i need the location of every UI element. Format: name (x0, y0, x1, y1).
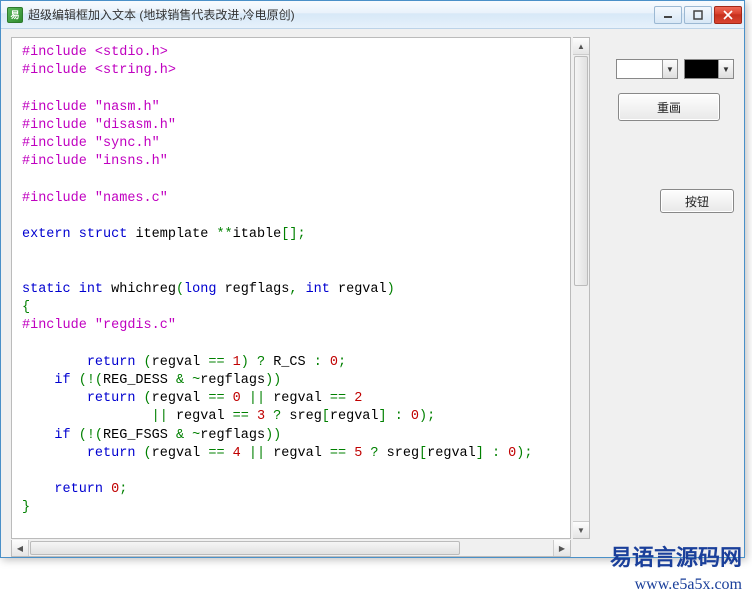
watermark-url: www.e5a5x.com (635, 576, 742, 594)
code-line: static int whichreg(long regflags, int r… (22, 281, 568, 299)
code-line (22, 263, 568, 281)
chevron-down-icon[interactable]: ▼ (662, 60, 677, 78)
code-line (22, 336, 568, 354)
code-line: extern struct itemplate **itable[]; (22, 226, 568, 244)
code-line: #include "insns.h" (22, 153, 568, 171)
code-line (22, 463, 568, 481)
client-area: #include <stdio.h>#include <string.h> #i… (1, 29, 744, 557)
code-line (22, 172, 568, 190)
right-panel: ▼ ▼ 重画 按钮 (604, 59, 734, 131)
code-line: #include "sync.h" (22, 135, 568, 153)
code-line: return (regval == 4 || regval == 5 ? sre… (22, 445, 568, 463)
code-line: if (!(REG_DESS & ~regflags)) (22, 372, 568, 390)
window-title: 超级编辑框加入文本 (地球销售代表改进,冷电原创) (28, 6, 654, 23)
watermark-logo-text: 易语言源码网 (610, 540, 742, 572)
code-line: #include "names.c" (22, 190, 568, 208)
combo-1[interactable]: ▼ (616, 59, 678, 79)
horizontal-scroll-thumb[interactable] (30, 541, 460, 555)
combo-2-value (685, 60, 718, 78)
code-line: return (regval == 1) ? R_CS : 0; (22, 354, 568, 372)
code-line: { (22, 299, 568, 317)
close-button[interactable] (714, 6, 742, 24)
scroll-right-button[interactable]: ▶ (553, 540, 570, 556)
combo-2[interactable]: ▼ (684, 59, 734, 79)
code-line: } (22, 499, 568, 517)
minimize-button[interactable] (654, 6, 682, 24)
titlebar[interactable]: 易 超级编辑框加入文本 (地球销售代表改进,冷电原创) (1, 1, 744, 29)
code-line: return 0; (22, 481, 568, 499)
app-window: 易 超级编辑框加入文本 (地球销售代表改进,冷电原创) #include <st… (0, 0, 745, 558)
chevron-down-icon[interactable]: ▼ (718, 60, 733, 78)
code-line: return (regval == 0 || regval == 2 (22, 390, 568, 408)
code-line: #include <stdio.h> (22, 44, 568, 62)
scroll-down-button[interactable]: ▼ (573, 521, 589, 538)
code-line: #include "nasm.h" (22, 99, 568, 117)
horizontal-scrollbar[interactable]: ◀ ▶ (11, 540, 571, 557)
code-line (22, 208, 568, 226)
vertical-scrollbar[interactable]: ▲ ▼ (573, 37, 590, 539)
maximize-button[interactable] (684, 6, 712, 24)
code-editor[interactable]: #include <stdio.h>#include <string.h> #i… (11, 37, 571, 539)
code-line: || regval == 3 ? sreg[regval] : 0); (22, 408, 568, 426)
code-line: #include "regdis.c" (22, 317, 568, 335)
scroll-up-button[interactable]: ▲ (573, 38, 589, 55)
scroll-left-button[interactable]: ◀ (12, 540, 29, 556)
redraw-button[interactable]: 重画 (618, 93, 720, 121)
code-line (22, 80, 568, 98)
generic-button[interactable]: 按钮 (660, 189, 734, 213)
app-icon: 易 (7, 7, 23, 23)
code-line: if (!(REG_FSGS & ~regflags)) (22, 427, 568, 445)
vertical-scroll-thumb[interactable] (574, 56, 588, 286)
code-line (22, 244, 568, 262)
code-line: #include "disasm.h" (22, 117, 568, 135)
code-line: #include <string.h> (22, 62, 568, 80)
